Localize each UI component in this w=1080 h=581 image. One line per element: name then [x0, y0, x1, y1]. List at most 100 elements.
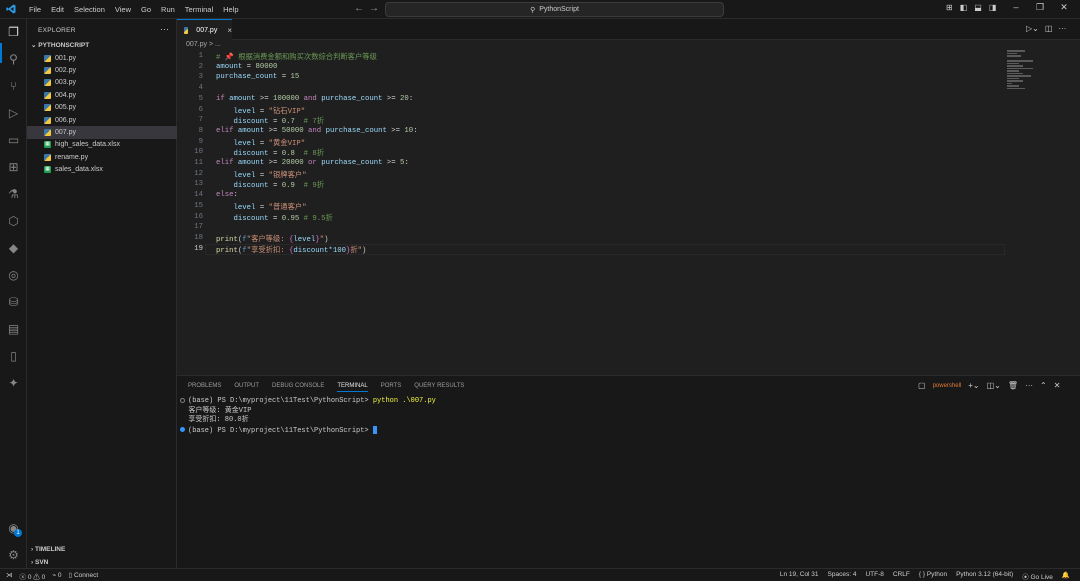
menu-file[interactable]: File — [24, 5, 46, 14]
forward-arrow-icon[interactable]: → — [369, 3, 379, 14]
notebook-icon[interactable]: ▯ — [6, 349, 21, 364]
tab-007-py[interactable]: 007.py × — [177, 19, 232, 40]
file-item[interactable]: ▦ high_sales_data.xlsx — [27, 139, 177, 151]
file-item[interactable]: 005.py — [27, 102, 177, 114]
line-ending[interactable]: CRLF — [893, 571, 910, 581]
go-live[interactable]: ⦿ Go Live — [1022, 571, 1053, 581]
python-interpreter[interactable]: Python 3.12 (64-bit) — [956, 571, 1013, 581]
panel-tab-output[interactable]: OUTPUT — [234, 383, 259, 392]
menu-run[interactable]: Run — [156, 5, 180, 14]
panel-more-icon[interactable]: ··· — [1025, 381, 1033, 390]
code-line: discount = 0.95 # 9.5折 — [233, 214, 333, 223]
toggle-secondary-sidebar-icon[interactable]: ◨ — [989, 3, 997, 12]
editor-more-icon[interactable]: ··· — [1058, 24, 1066, 33]
file-item[interactable]: 004.py — [27, 89, 177, 101]
code-line: # 📌 根据消费金额和购买次数综合判断客户等级 — [216, 54, 377, 62]
ports-status[interactable]: ⌁ 0 — [52, 571, 61, 581]
close-window-icon[interactable]: ✕ — [1052, 2, 1076, 13]
code-line: discount = 0.8 # 8折 — [233, 150, 325, 159]
python-icon[interactable]: ◆ — [6, 241, 21, 256]
file-item[interactable]: 001.py — [27, 52, 177, 64]
terminal-output-line: 客户等级: 黄金VIP — [188, 406, 252, 415]
explorer-icon[interactable]: ❐ — [6, 25, 21, 40]
settings-gear-icon[interactable]: ⚙ — [6, 548, 21, 563]
indentation[interactable]: Spaces: 4 — [828, 571, 857, 581]
terminal-prompt: (base) PS D:\myproject\11Test\PythonScri… — [188, 397, 373, 405]
source-control-icon[interactable]: ⑂ — [6, 79, 21, 94]
file-item[interactable]: 006.py — [27, 114, 177, 126]
search-view-icon[interactable]: ⚲ — [6, 52, 21, 67]
database-icon[interactable]: ⛁ — [6, 295, 21, 310]
line-number: 9 — [198, 137, 203, 146]
remote-indicator-icon[interactable]: ⋊ — [6, 571, 13, 581]
menu-selection[interactable]: Selection — [69, 5, 110, 14]
minimap[interactable] — [1007, 50, 1037, 89]
minimize-icon[interactable]: – — [1004, 2, 1028, 13]
run-debug-icon[interactable]: ▷ — [6, 106, 21, 121]
testing-icon[interactable]: ⚗ — [6, 187, 21, 202]
line-number: 6 — [198, 105, 203, 114]
problems-status[interactable]: ⓧ 0 ⚠ 0 — [20, 571, 46, 581]
explorer-title: EXPLORER — [38, 27, 76, 34]
code-line: print(f"客户等级: {level}") — [216, 235, 329, 244]
cursor-position[interactable]: Ln 19, Col 31 — [780, 571, 819, 581]
split-editor-icon[interactable]: ◫ — [1045, 24, 1053, 33]
menu-go[interactable]: Go — [136, 5, 156, 14]
menu-view[interactable]: View — [110, 5, 136, 14]
panel-tab-problems[interactable]: PROBLEMS — [188, 383, 221, 392]
panel-tab-ports[interactable]: PORTS — [381, 383, 402, 392]
notifications-bell-icon[interactable]: 🔔 — [1062, 571, 1070, 581]
toggle-sidebar-icon[interactable]: ◧ — [960, 3, 968, 12]
code-editor[interactable]: 1 # 📌 根据消费金额和购买次数综合判断客户等级 2 amount = 80000 3… — [177, 50, 1005, 375]
panel-tab-query-results[interactable]: QUERY RESULTS — [414, 383, 464, 392]
maximize-panel-icon[interactable]: ⌃ — [1040, 381, 1047, 390]
menu-help[interactable]: Help — [218, 5, 243, 14]
remote-explorer-icon[interactable]: ▭ — [6, 133, 21, 148]
file-item[interactable]: 007.py — [27, 126, 177, 139]
file-item[interactable]: 002.py — [27, 64, 177, 76]
terminal-command: python .\007.py — [372, 397, 436, 405]
connect-status[interactable]: ▯ Connect — [69, 571, 99, 581]
timeline-section[interactable]: › TIMELINE — [31, 546, 65, 553]
status-bar: ⋊ ⓧ 0 ⚠ 0 ⌁ 0 ▯ Connect Ln 19, Col 31 Sp… — [0, 568, 1080, 581]
line-number: 11 — [194, 159, 203, 167]
file-item[interactable]: 003.py — [27, 77, 177, 89]
command-center-search[interactable]: ⚲ PythonScript — [385, 2, 724, 17]
kill-terminal-icon[interactable]: 🗑 — [1008, 381, 1018, 390]
folder-header[interactable]: ⌄ PYTHONSCRIPT — [31, 41, 89, 49]
panel-tab-terminal[interactable]: TERMINAL — [337, 383, 368, 392]
menu-terminal[interactable]: Terminal — [180, 5, 218, 14]
code-line: elif amount >= 20000 or purchase_count >… — [216, 159, 409, 167]
browser-preview-icon[interactable]: ▤ — [6, 322, 21, 337]
close-panel-icon[interactable]: ✕ — [1054, 381, 1061, 390]
account-badge: 1 — [14, 529, 22, 537]
edge-devtools-icon[interactable]: ◎ — [6, 268, 21, 283]
run-python-icon[interactable]: ▷⌄ — [1026, 24, 1039, 33]
tab-label: 007.py — [196, 26, 218, 34]
new-terminal-icon[interactable]: +⌄ — [968, 381, 979, 390]
language-mode[interactable]: { } Python — [919, 571, 947, 581]
python-file-icon — [184, 26, 189, 34]
error-count: 0 — [27, 574, 32, 581]
bottom-panel: PROBLEMS OUTPUT DEBUG CONSOLE TERMINAL PORTS… — [177, 375, 1080, 568]
command-status-icon — [180, 397, 185, 403]
customize-layout-icon[interactable]: ⊞ — [946, 3, 953, 12]
tools-icon[interactable]: ✦ — [6, 376, 21, 391]
menu-edit[interactable]: Edit — [46, 5, 69, 14]
more-actions-icon[interactable]: ··· — [160, 24, 169, 34]
file-item[interactable]: ▦ sales_data.xlsx — [27, 164, 177, 176]
back-arrow-icon[interactable]: ← — [354, 3, 364, 14]
extensions-icon[interactable]: ⊞ — [6, 160, 21, 175]
breadcrumb[interactable]: 007.py > ... — [186, 41, 221, 48]
close-tab-icon[interactable]: × — [227, 26, 232, 35]
panel-tab-debug-console[interactable]: DEBUG CONSOLE — [272, 383, 324, 392]
shell-label[interactable]: powershell — [933, 383, 962, 389]
split-terminal-icon[interactable]: ◫⌄ — [987, 381, 1001, 390]
containers-icon[interactable]: ⬡ — [6, 214, 21, 229]
toggle-panel-icon[interactable]: ⬓ — [974, 3, 982, 12]
file-item[interactable]: rename.py — [27, 151, 177, 163]
svn-section[interactable]: › SVN — [31, 559, 48, 566]
restore-icon[interactable]: ❐ — [1028, 2, 1052, 13]
encoding[interactable]: UTF-8 — [865, 571, 883, 581]
terminal-output[interactable]: (base) PS D:\myproject\11Test\PythonScri… — [180, 397, 436, 436]
